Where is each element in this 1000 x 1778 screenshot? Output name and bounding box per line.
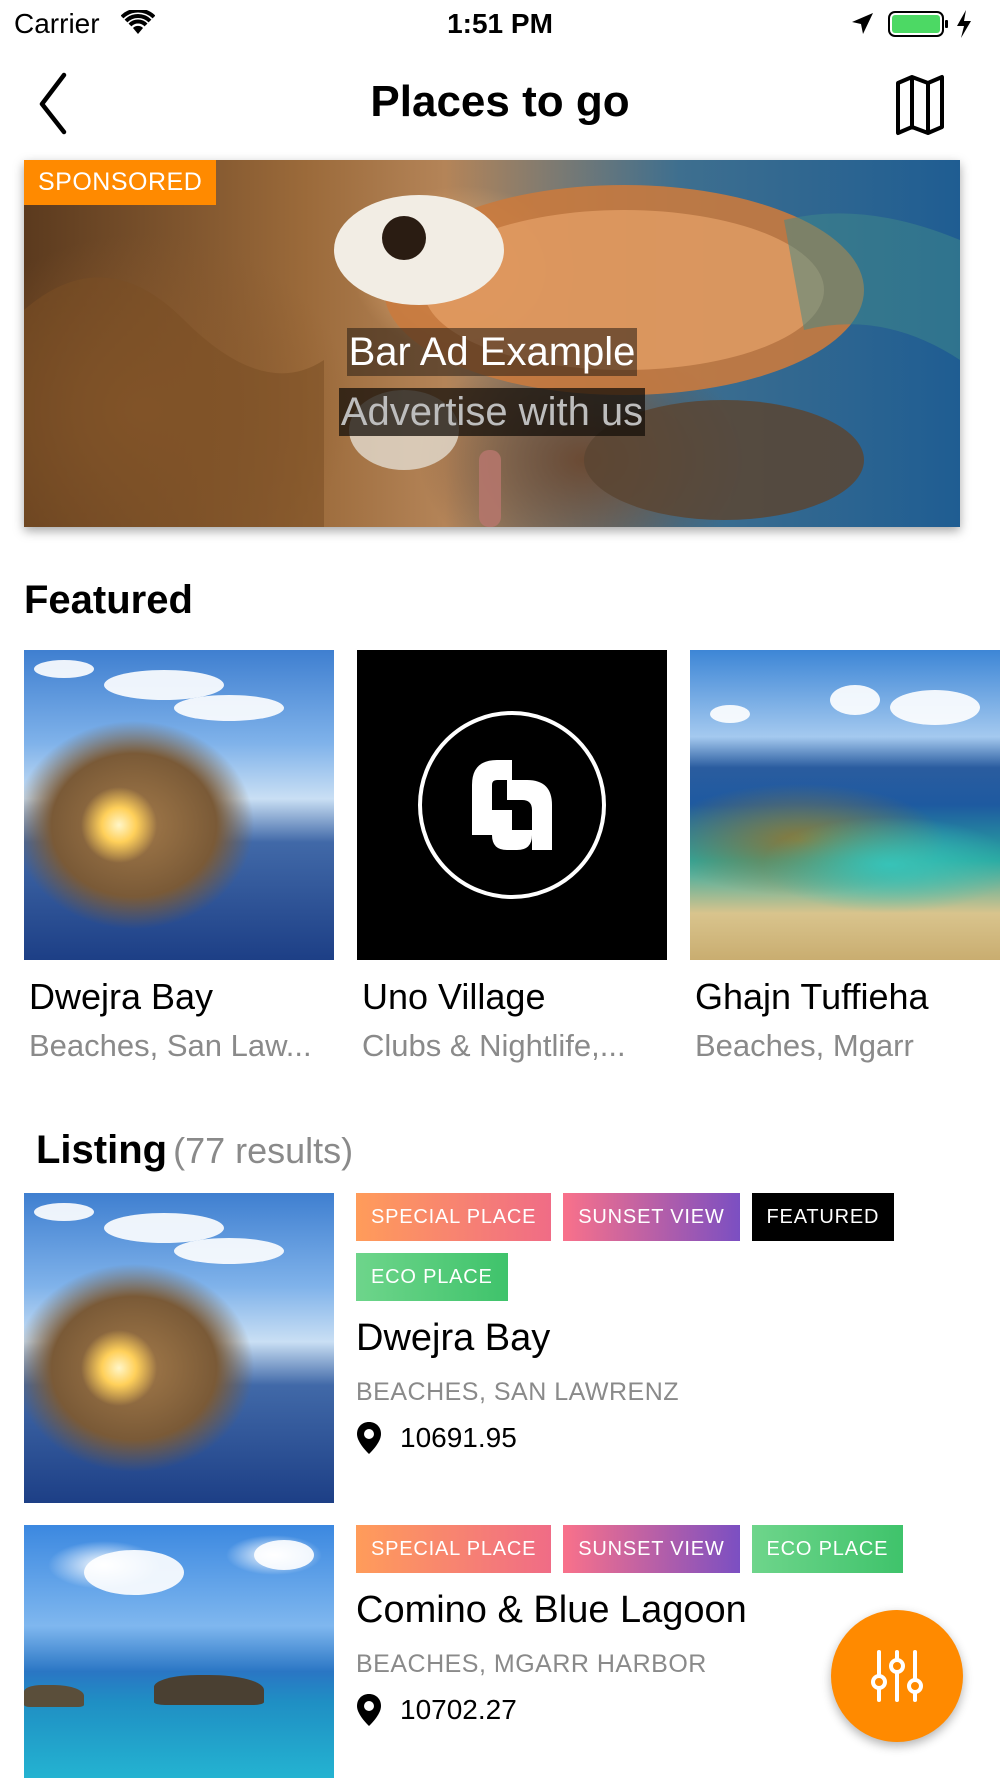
- pin-icon: [357, 1422, 381, 1454]
- featured-subtitle: Clubs & Nightlife,...: [362, 1028, 626, 1063]
- featured-heading: Featured: [24, 578, 193, 622]
- listing-title: Listing: [36, 1128, 168, 1172]
- featured-image: [24, 650, 334, 960]
- featured-name: Uno Village: [362, 976, 546, 1017]
- listing-name: Dwejra Bay: [356, 1317, 551, 1359]
- tag-eco-place: ECO PLACE: [751, 1525, 904, 1573]
- tag-eco-place: ECO PLACE: [356, 1253, 508, 1301]
- map-icon: [896, 75, 944, 135]
- uno-logo-icon: [418, 711, 606, 899]
- featured-image: [690, 650, 1000, 960]
- featured-card[interactable]: Ghajn Tuffieha Beaches, Mgarr: [690, 650, 1000, 1064]
- list-item[interactable]: SPECIAL PLACE SUNSET VIEW FEATURED ECO P…: [24, 1193, 984, 1503]
- featured-name: Ghajn Tuffieha: [695, 976, 929, 1017]
- featured-card[interactable]: Uno Village Clubs & Nightlife,...: [357, 650, 667, 1064]
- page-title: Places to go: [370, 77, 630, 126]
- tag-special-place: SPECIAL PLACE: [356, 1193, 552, 1241]
- featured-subtitle: Beaches, Mgarr: [695, 1028, 914, 1063]
- sponsored-badge: SPONSORED: [24, 160, 217, 205]
- pin-icon: [357, 1694, 381, 1726]
- charging-icon: [957, 10, 971, 38]
- status-bar: Carrier 1:51 PM: [0, 0, 1000, 50]
- listing-image: [24, 1525, 334, 1778]
- tag-list: SPECIAL PLACE SUNSET VIEW ECO PLACE: [356, 1525, 956, 1573]
- sponsored-banner[interactable]: SPONSORED Bar Ad Example Advertise with …: [24, 160, 960, 527]
- featured-carousel[interactable]: Dwejra Bay Beaches, San Law... Uno Villa…: [0, 650, 1000, 1070]
- filter-sliders-icon: [871, 1650, 923, 1702]
- distance-value: 10702.27: [400, 1694, 517, 1725]
- listing-distance: 10691.95: [356, 1421, 956, 1455]
- results-count: (77 results): [173, 1130, 354, 1171]
- banner-title-wrap: Bar Ad Example: [24, 328, 960, 376]
- listing-details: SPECIAL PLACE SUNSET VIEW FEATURED ECO P…: [356, 1193, 956, 1455]
- banner-subtitle: Advertise with us: [338, 388, 646, 436]
- tag-sunset-view: SUNSET VIEW: [563, 1193, 740, 1241]
- tag-sunset-view: SUNSET VIEW: [563, 1525, 740, 1573]
- location-arrow-icon: [852, 13, 873, 34]
- map-button[interactable]: [890, 73, 950, 137]
- tag-special-place: SPECIAL PLACE: [356, 1525, 552, 1573]
- tag-featured: FEATURED: [751, 1193, 895, 1241]
- filter-button[interactable]: [831, 1610, 963, 1742]
- featured-name: Dwejra Bay: [29, 976, 214, 1017]
- featured-subtitle: Beaches, San Law...: [29, 1028, 312, 1063]
- banner-title: Bar Ad Example: [346, 328, 638, 376]
- listing-category: BEACHES, SAN LAWRENZ: [356, 1378, 680, 1406]
- listing-image: [24, 1193, 334, 1503]
- nav-bar: Places to go: [0, 55, 1000, 150]
- distance-value: 10691.95: [400, 1422, 517, 1453]
- listing-heading: Listing (77 results): [36, 1128, 353, 1173]
- featured-card[interactable]: Dwejra Bay Beaches, San Law...: [24, 650, 334, 1064]
- tag-list: SPECIAL PLACE SUNSET VIEW FEATURED ECO P…: [356, 1193, 956, 1301]
- banner-subtitle-wrap: Advertise with us: [24, 388, 960, 436]
- battery-icon: [888, 11, 948, 37]
- featured-image: [357, 650, 667, 960]
